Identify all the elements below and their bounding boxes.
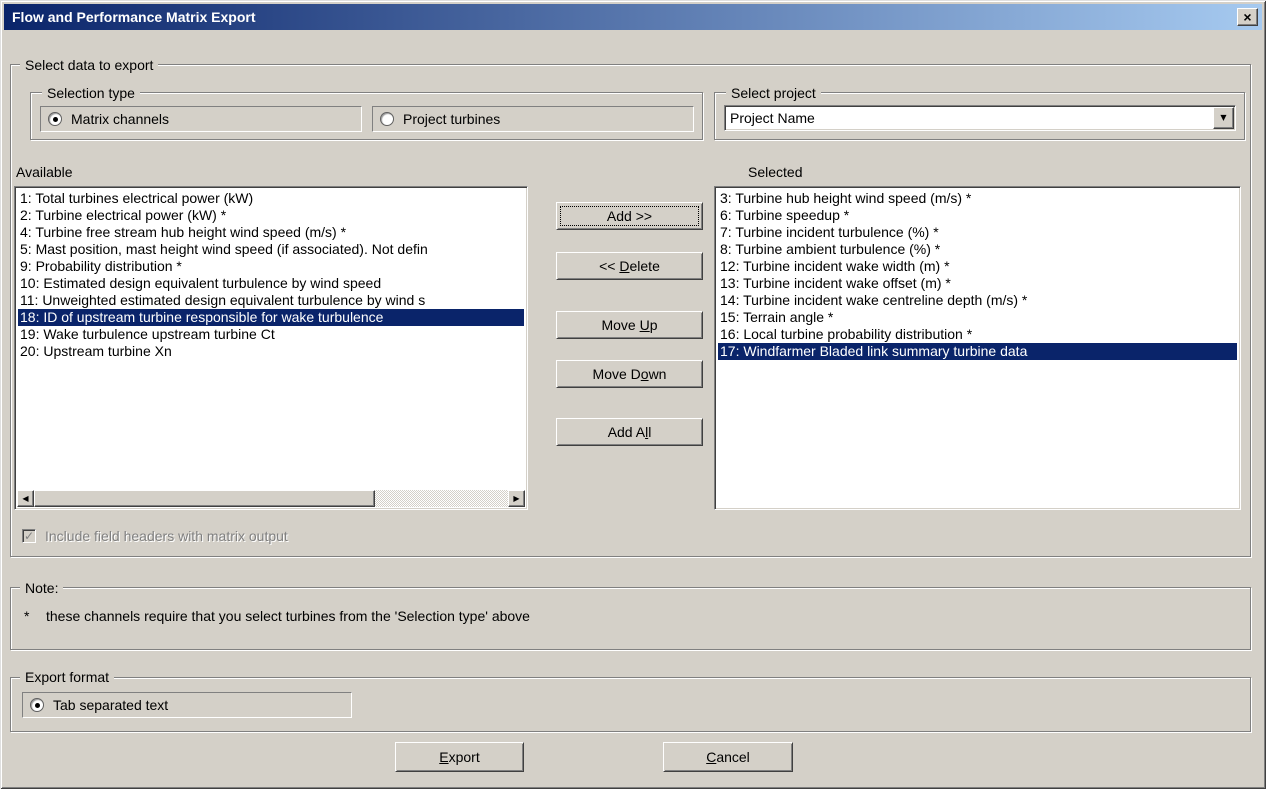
project-combobox-value[interactable]: Project Name <box>725 106 1212 130</box>
delete-button-label: << Delete <box>599 258 660 274</box>
available-listbox[interactable]: 1: Total turbines electrical power (kW) … <box>14 186 528 510</box>
move-up-button[interactable]: Move Up <box>556 311 703 339</box>
export-button-label: Export <box>439 749 479 765</box>
include-headers-checkbox: ✓ <box>22 529 36 543</box>
export-button[interactable]: Export <box>395 742 524 772</box>
list-item[interactable]: 17: Windfarmer Bladed link summary turbi… <box>718 343 1237 360</box>
list-item[interactable]: 6: Turbine speedup * <box>718 207 1237 224</box>
cancel-button-label: Cancel <box>706 749 750 765</box>
close-button[interactable]: × <box>1237 8 1258 26</box>
move-up-button-label: Move Up <box>601 317 657 333</box>
add-all-button[interactable]: Add All <box>556 418 703 446</box>
scroll-right-icon: ▶ <box>513 495 519 503</box>
window-title: Flow and Performance Matrix Export <box>8 9 1237 25</box>
list-item[interactable]: 11: Unweighted estimated design equivale… <box>18 292 524 309</box>
titlebar[interactable]: Flow and Performance Matrix Export × <box>4 4 1262 30</box>
chevron-down-icon: ▼ <box>1220 114 1226 122</box>
list-item[interactable]: 1: Total turbines electrical power (kW) <box>18 190 524 207</box>
list-item[interactable]: 15: Terrain angle * <box>718 309 1237 326</box>
note-bullet: * <box>24 608 29 624</box>
scrollbar-thumb[interactable] <box>34 490 375 507</box>
select-data-group-label: Select data to export <box>20 57 158 73</box>
list-item[interactable]: 4: Turbine free stream hub height wind s… <box>18 224 524 241</box>
close-icon: × <box>1243 10 1251 24</box>
selected-list-items: 3: Turbine hub height wind speed (m/s) *… <box>718 190 1237 506</box>
selection-type-group-label: Selection type <box>42 85 140 101</box>
list-item[interactable]: 2: Turbine electrical power (kW) * <box>18 207 524 224</box>
scroll-right-button[interactable]: ▶ <box>508 490 525 507</box>
check-icon: ✓ <box>24 530 34 542</box>
list-item[interactable]: 7: Turbine incident turbulence (%) * <box>718 224 1237 241</box>
matrix-channels-option-panel: Matrix channels <box>40 106 362 132</box>
dialog-window: Flow and Performance Matrix Export × Sel… <box>0 0 1266 789</box>
note-group-label: Note: <box>20 580 63 596</box>
select-project-group-label: Select project <box>726 85 821 101</box>
cancel-button[interactable]: Cancel <box>663 742 793 772</box>
selected-listbox[interactable]: 3: Turbine hub height wind speed (m/s) *… <box>714 186 1241 510</box>
matrix-channels-radio[interactable] <box>48 112 62 126</box>
selected-list-label: Selected <box>748 164 802 180</box>
list-item[interactable]: 14: Turbine incident wake centreline dep… <box>718 292 1237 309</box>
add-button[interactable]: Add >> <box>556 202 703 230</box>
list-item[interactable]: 3: Turbine hub height wind speed (m/s) * <box>718 190 1237 207</box>
list-item[interactable]: 18: ID of upstream turbine responsible f… <box>18 309 524 326</box>
list-item[interactable]: 12: Turbine incident wake width (m) * <box>718 258 1237 275</box>
project-turbines-radio[interactable] <box>380 112 394 126</box>
tab-separated-radio[interactable] <box>30 698 44 712</box>
list-item[interactable]: 13: Turbine incident wake offset (m) * <box>718 275 1237 292</box>
move-down-button[interactable]: Move Down <box>556 360 703 388</box>
move-down-button-label: Move Down <box>593 366 667 382</box>
project-turbines-option-panel: Project turbines <box>372 106 694 132</box>
project-combobox[interactable]: Project Name ▼ <box>724 105 1236 131</box>
export-format-group-label: Export format <box>20 669 114 685</box>
add-button-label: Add >> <box>607 208 652 224</box>
scrollbar-track[interactable] <box>34 490 508 507</box>
include-headers-checkbox-label: Include field headers with matrix output <box>45 528 288 544</box>
list-item[interactable]: 16: Local turbine probability distributi… <box>718 326 1237 343</box>
list-item[interactable]: 19: Wake turbulence upstream turbine Ct <box>18 326 524 343</box>
list-item[interactable]: 5: Mast position, mast height wind speed… <box>18 241 524 258</box>
scroll-left-button[interactable]: ◀ <box>17 490 34 507</box>
available-list-label: Available <box>16 164 73 180</box>
list-item[interactable]: 20: Upstream turbine Xn <box>18 343 524 360</box>
project-turbines-radio-label[interactable]: Project turbines <box>403 111 500 127</box>
project-combobox-dropdown-button[interactable]: ▼ <box>1213 107 1234 129</box>
include-headers-row: ✓ Include field headers with matrix outp… <box>22 528 288 544</box>
tab-separated-option-panel: Tab separated text <box>22 692 352 718</box>
available-list-items: 1: Total turbines electrical power (kW) … <box>18 190 524 489</box>
scroll-left-icon: ◀ <box>22 495 28 503</box>
delete-button[interactable]: << Delete <box>556 252 703 280</box>
list-item[interactable]: 10: Estimated design equivalent turbulen… <box>18 275 524 292</box>
list-item[interactable]: 9: Probability distribution * <box>18 258 524 275</box>
matrix-channels-radio-label[interactable]: Matrix channels <box>71 111 169 127</box>
tab-separated-radio-label[interactable]: Tab separated text <box>53 697 168 713</box>
note-text: these channels require that you select t… <box>46 608 530 624</box>
horizontal-scrollbar[interactable]: ◀ ▶ <box>17 490 525 507</box>
add-all-button-label: Add All <box>608 424 652 440</box>
list-item[interactable]: 8: Turbine ambient turbulence (%) * <box>718 241 1237 258</box>
